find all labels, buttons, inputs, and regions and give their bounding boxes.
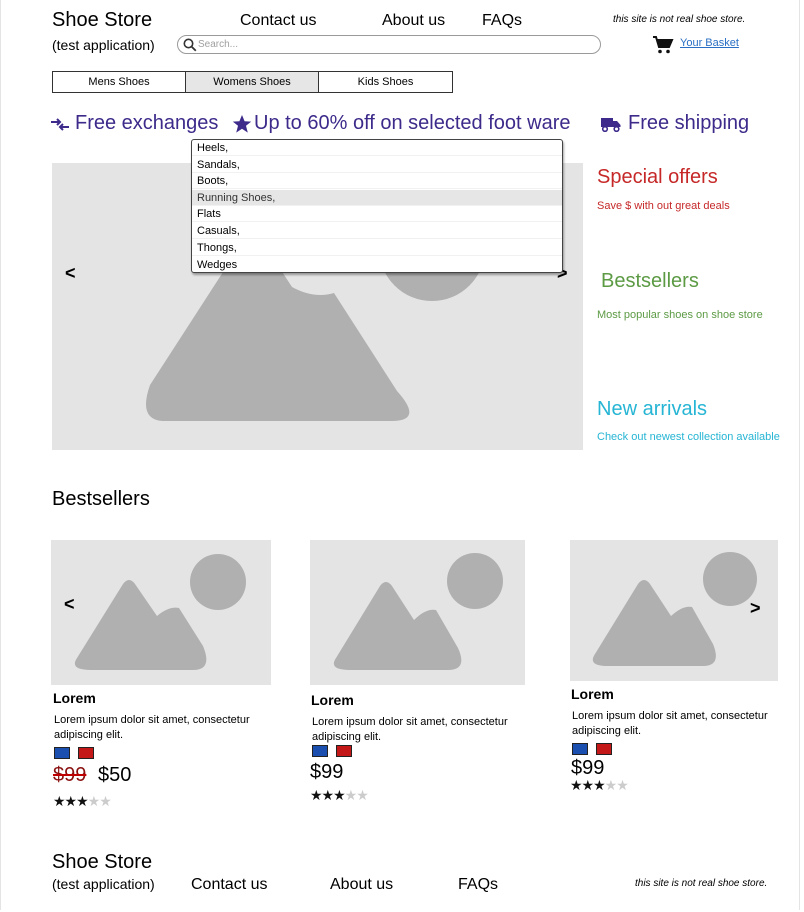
product-title[interactable]: Lorem	[53, 690, 96, 706]
special-offers-title[interactable]: Special offers	[597, 166, 718, 189]
nav-faqs[interactable]: FAQs	[482, 12, 522, 30]
bestsellers-panel-title[interactable]: Bestsellers	[601, 270, 699, 293]
disclaimer-note: this site is not real shoe store.	[613, 14, 746, 25]
site-logo-title[interactable]: Shoe Store	[52, 9, 152, 32]
product-description: Lorem ipsum dolor sit amet, consectetur …	[312, 716, 508, 743]
dropdown-item-thongs[interactable]: Thongs,	[192, 240, 562, 256]
dropdown-item-sandals[interactable]: Sandals,	[192, 157, 562, 173]
footer-nav-about-us[interactable]: About us	[330, 876, 393, 894]
product-rating: ★★★★★	[570, 777, 629, 793]
footer-disclaimer: this site is not real shoe store.	[635, 878, 768, 889]
basket-link[interactable]: Your Basket	[680, 37, 739, 49]
carousel-prev-arrow[interactable]: <	[65, 263, 76, 284]
product-image[interactable]	[51, 540, 271, 685]
dropdown-item-flats[interactable]: Flats	[192, 206, 562, 222]
exchange-icon	[51, 118, 69, 131]
bestsellers-next-arrow[interactable]: >	[750, 598, 761, 619]
shopping-cart-icon[interactable]	[652, 35, 674, 55]
womens-shoes-dropdown[interactable]: Heels, Sandals, Boots, Running Shoes, Fl…	[191, 139, 563, 273]
promo-free-shipping: Free shipping	[628, 112, 750, 134]
product-description: Lorem ipsum dolor sit amet, consectetur …	[572, 710, 768, 737]
special-offers-text: Save $ with out great deals	[597, 200, 730, 212]
truck-icon	[601, 118, 621, 132]
footer-nav-faqs[interactable]: FAQs	[458, 876, 498, 894]
image-placeholder-icon	[333, 553, 503, 670]
tab-mens-shoes[interactable]: Mens Shoes	[52, 71, 186, 93]
promo-discount: Up to 60% off on selected foot ware	[254, 112, 571, 134]
product-title[interactable]: Lorem	[571, 686, 614, 702]
star-icon	[232, 115, 252, 133]
bestsellers-prev-arrow[interactable]: <	[64, 594, 75, 615]
image-placeholder-icon	[592, 552, 757, 666]
bestsellers-heading: Bestsellers	[52, 488, 150, 510]
tab-womens-shoes[interactable]: Womens Shoes	[185, 71, 319, 93]
dropdown-item-heels[interactable]: Heels,	[192, 140, 562, 156]
color-swatch-blue[interactable]	[572, 743, 588, 755]
product-description: Lorem ipsum dolor sit amet, consectetur …	[54, 714, 250, 741]
color-swatch-red[interactable]	[596, 743, 612, 755]
dropdown-item-casuals[interactable]: Casuals,	[192, 223, 562, 239]
tab-kids-shoes[interactable]: Kids Shoes	[318, 71, 453, 93]
search-bar[interactable]	[177, 35, 601, 54]
dropdown-item-wedges[interactable]: Wedges	[192, 257, 562, 273]
nav-contact-us[interactable]: Contact us	[240, 12, 316, 30]
dropdown-item-boots[interactable]: Boots,	[192, 173, 562, 189]
product-image[interactable]	[310, 540, 525, 685]
site-subtitle: (test application)	[52, 37, 155, 53]
footer-nav-contact-us[interactable]: Contact us	[191, 876, 267, 894]
color-swatch-blue[interactable]	[312, 745, 328, 757]
new-arrivals-title[interactable]: New arrivals	[597, 398, 707, 421]
product-title[interactable]: Lorem	[311, 692, 354, 708]
dropdown-item-running-shoes[interactable]: Running Shoes,	[192, 190, 562, 206]
footer-brand[interactable]: Shoe Store	[52, 851, 152, 874]
product-rating: ★★★★★	[53, 793, 112, 809]
product-price: $50	[98, 764, 132, 786]
search-icon	[183, 38, 197, 52]
nav-about-us[interactable]: About us	[382, 12, 445, 30]
color-swatch-blue[interactable]	[54, 747, 70, 759]
product-price: $99	[310, 761, 344, 783]
color-swatch-red[interactable]	[336, 745, 352, 757]
footer-subtitle: (test application)	[52, 876, 155, 892]
promo-free-exchanges: Free exchanges	[75, 112, 219, 134]
new-arrivals-text: Check out newest collection available	[597, 431, 780, 443]
product-image[interactable]	[570, 540, 778, 681]
color-swatch-red[interactable]	[78, 747, 94, 759]
product-rating: ★★★★★	[310, 787, 369, 803]
product-old-price: $99	[53, 764, 87, 786]
image-placeholder-icon	[74, 554, 246, 670]
bestsellers-panel-text: Most popular shoes on shoe store	[597, 309, 763, 321]
search-input[interactable]	[198, 37, 588, 52]
